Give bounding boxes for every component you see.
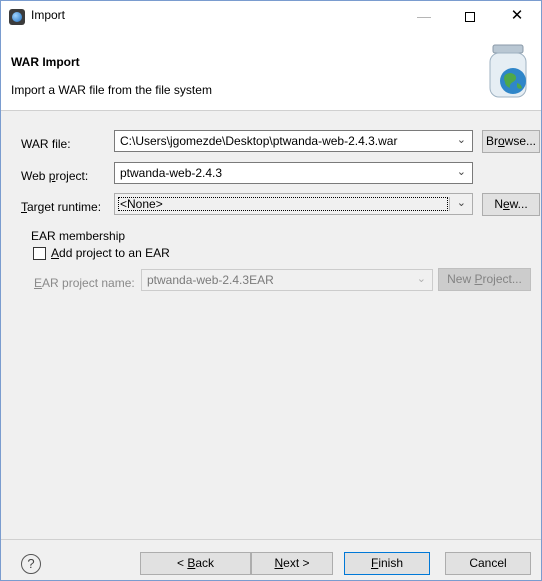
- eclipse-app-icon: [9, 9, 25, 25]
- new-ear-project-button[interactable]: New Project...: [438, 268, 531, 291]
- import-dialog: Import — ✕ WAR Import Import a WAR file …: [0, 0, 542, 581]
- wizard-banner: WAR Import Import a WAR file from the fi…: [1, 31, 541, 111]
- web-project-label: Web project:: [21, 169, 89, 183]
- back-button[interactable]: < Back: [140, 552, 251, 575]
- chevron-down-icon[interactable]: ⌄: [457, 133, 466, 146]
- help-icon[interactable]: ?: [21, 554, 41, 574]
- war-file-combo[interactable]: C:\Users\jgomezde\Desktop\ptwanda-web-2.…: [114, 130, 473, 152]
- web-project-value: ptwanda-web-2.4.3: [120, 166, 223, 180]
- target-runtime-label: Target runtime:: [21, 200, 102, 214]
- ear-membership-title: EAR membership: [31, 229, 126, 243]
- jar-globe-icon: [489, 44, 527, 98]
- add-to-ear-checkbox[interactable]: [33, 247, 46, 260]
- new-runtime-button[interactable]: New...: [482, 193, 540, 216]
- window-title: Import: [31, 8, 66, 22]
- web-project-combo[interactable]: ptwanda-web-2.4.3 ⌄: [114, 162, 473, 184]
- ear-project-name-label: EAR project name:: [34, 276, 135, 290]
- wizard-description: Import a WAR file from the file system: [11, 83, 212, 97]
- maximize-button[interactable]: [447, 1, 493, 31]
- target-runtime-combo[interactable]: <None> ⌄: [114, 193, 473, 215]
- target-runtime-value: <None>: [120, 197, 163, 211]
- minimize-button[interactable]: —: [401, 1, 447, 31]
- finish-button[interactable]: Finish: [344, 552, 430, 575]
- war-file-label: WAR file:: [21, 137, 71, 151]
- cancel-button[interactable]: Cancel: [445, 552, 531, 575]
- next-button[interactable]: Next >: [251, 552, 333, 575]
- title-bar: Import — ✕: [1, 1, 541, 31]
- chevron-down-icon[interactable]: ⌄: [457, 196, 466, 209]
- browse-button[interactable]: Browse...: [482, 130, 540, 153]
- maximize-icon: [465, 12, 475, 23]
- close-button[interactable]: ✕: [494, 1, 540, 31]
- chevron-down-icon[interactable]: ⌄: [417, 272, 426, 285]
- chevron-down-icon[interactable]: ⌄: [457, 165, 466, 178]
- footer-separator: [1, 539, 541, 540]
- wizard-title: WAR Import: [11, 55, 80, 69]
- war-file-value: C:\Users\jgomezde\Desktop\ptwanda-web-2.…: [120, 134, 398, 148]
- ear-project-name-value: ptwanda-web-2.4.3EAR: [147, 273, 274, 287]
- ear-project-name-combo[interactable]: ptwanda-web-2.4.3EAR ⌄: [141, 269, 433, 291]
- add-to-ear-label[interactable]: Add project to an EAR: [51, 246, 170, 260]
